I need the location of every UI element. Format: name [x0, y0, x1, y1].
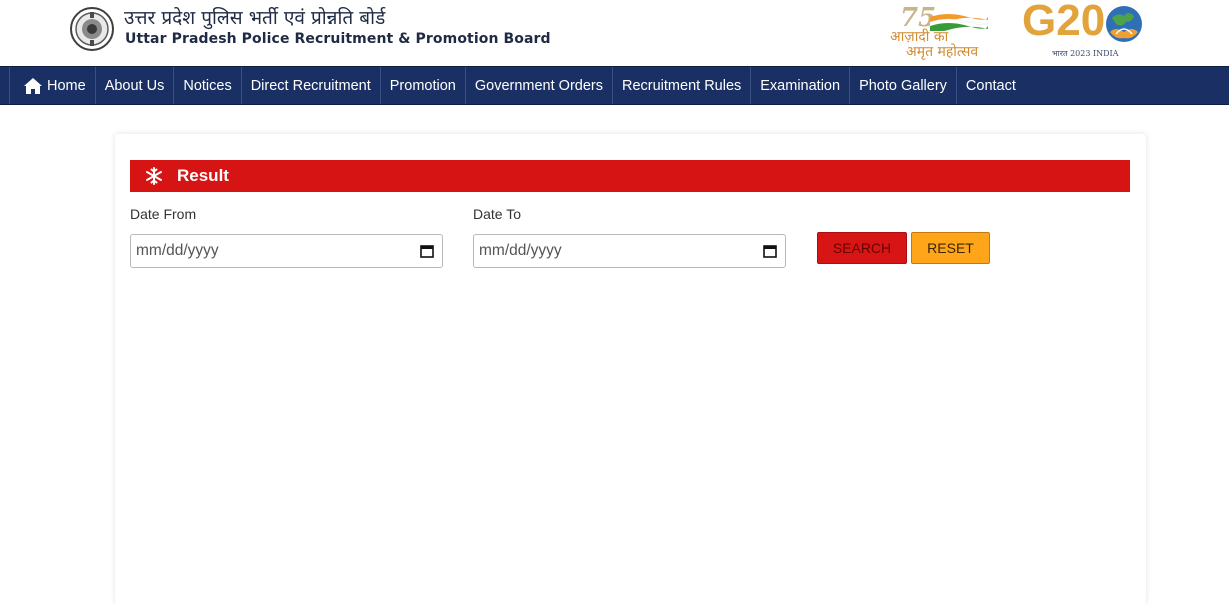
g20-subtitle: भारत 2023 INDIA	[1052, 49, 1119, 58]
date-from-label: Date From	[130, 206, 197, 222]
date-to-input[interactable]: mm/dd/yyyy	[473, 234, 786, 268]
reset-button[interactable]: RESET	[911, 232, 990, 264]
g20-text: G20	[1022, 0, 1106, 45]
home-icon	[24, 77, 42, 94]
emblem-logo-icon[interactable]	[69, 6, 115, 52]
calendar-icon[interactable]	[763, 244, 777, 258]
org-name-english: Uttar Pradesh Police Recruitment & Promo…	[125, 31, 551, 47]
date-to-value: mm/dd/yyyy	[479, 242, 562, 259]
calendar-icon[interactable]	[420, 244, 434, 258]
nav-item-direct-recruitment[interactable]: Direct Recruitment	[240, 67, 380, 104]
nav-item-government-orders[interactable]: Government Orders	[464, 67, 612, 104]
nav-item-contact[interactable]: Contact	[955, 67, 1025, 104]
main-navigation: Home About Us Notices Direct Recruitment…	[0, 66, 1229, 105]
nav-item-promotion[interactable]: Promotion	[379, 67, 465, 104]
nav-list: Home About Us Notices Direct Recruitment…	[9, 67, 1025, 106]
result-header-bar: Result	[130, 160, 1130, 192]
azadi-line2: अमृत महोत्सव	[906, 44, 979, 60]
nav-item-home[interactable]: Home	[9, 67, 95, 104]
lotus-globe-icon	[1106, 6, 1142, 42]
org-name-hindi: उत्तर प्रदेश पुलिस भर्ती एवं प्रोन्नति ब…	[124, 7, 386, 29]
nav-home-label: Home	[47, 77, 86, 94]
nav-item-notices[interactable]: Notices	[173, 67, 240, 104]
nav-item-about-us[interactable]: About Us	[94, 67, 174, 104]
result-title: Result	[177, 166, 229, 185]
snowflake-icon	[146, 167, 162, 185]
date-from-input[interactable]: mm/dd/yyyy	[130, 234, 443, 268]
azadi-ka-amrit-mahotsav-logo: 75 आज़ादी का अमृत महोत्सव	[888, 3, 1008, 61]
date-to-label: Date To	[473, 206, 521, 222]
search-button[interactable]: SEARCH	[817, 232, 907, 264]
result-panel: Result Date From mm/dd/yyyy Date To mm/d…	[115, 134, 1146, 604]
g20-logo: G20 भारत 2023 INDIA	[1022, 0, 1152, 64]
date-from-value: mm/dd/yyyy	[136, 242, 219, 259]
site-header: उत्तर प्रदेश पुलिस भर्ती एवं प्रोन्नति ब…	[0, 0, 1229, 66]
nav-item-recruitment-rules[interactable]: Recruitment Rules	[612, 67, 750, 104]
nav-item-examination[interactable]: Examination	[750, 67, 849, 104]
nav-item-photo-gallery[interactable]: Photo Gallery	[849, 67, 956, 104]
